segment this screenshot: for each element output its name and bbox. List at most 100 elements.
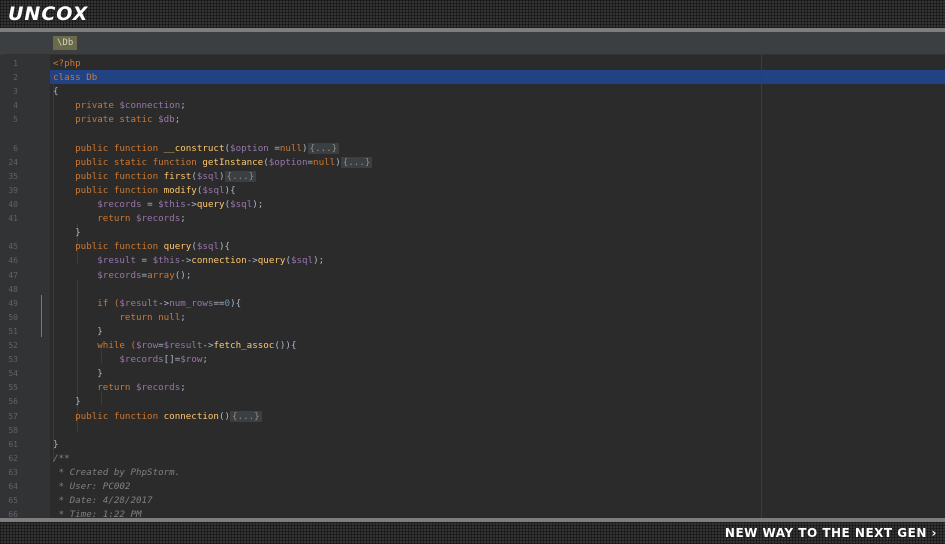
code-line[interactable]: return $records; [53, 212, 186, 226]
code-line[interactable]: } [53, 367, 103, 381]
line-number: 46 [8, 256, 18, 266]
code-token: null [313, 156, 336, 168]
code-token: ; [180, 382, 186, 394]
code-token: $sql [196, 170, 219, 182]
code-line[interactable]: $result = $this->connection->query($sql)… [53, 254, 324, 268]
code-line[interactable]: } [53, 325, 103, 339]
code-token: {...} [340, 156, 373, 168]
code-token: * Time: 1:22 PM [53, 509, 142, 518]
code-line[interactable]: public static function getInstance($opti… [53, 156, 373, 170]
code-token: == [213, 297, 225, 309]
code-line[interactable]: * User: PC002 [53, 480, 131, 494]
code-token: $sql [230, 199, 253, 210]
code-token: ) [219, 170, 225, 182]
code-token: $sql [290, 255, 314, 267]
line-number: 55 [8, 383, 18, 393]
code-token: fetch_assoc [213, 340, 275, 351]
header-bar: UNCOX [0, 0, 945, 28]
code-token: ){ [219, 241, 231, 253]
code-line[interactable]: } [53, 438, 59, 452]
line-number: 48 [8, 284, 18, 294]
line-number: 57 [8, 411, 18, 421]
code-line[interactable]: <?php [53, 57, 81, 71]
code-token: ; [180, 213, 186, 225]
code-line[interactable]: * Date: 4/28/2017 [53, 494, 153, 508]
code-line[interactable]: { [53, 85, 59, 99]
code-token: $records [119, 354, 164, 366]
code-line[interactable]: $records = $this->query($sql); [53, 198, 263, 212]
vcs-change-marker [41, 295, 42, 337]
line-number: 54 [8, 369, 18, 379]
code-token: * User: PC002 [53, 481, 131, 492]
code-token: {...} [224, 170, 257, 182]
code-token: null [279, 142, 302, 154]
line-number: 58 [8, 425, 18, 435]
code-token: modify [163, 184, 197, 196]
code-token: $row [180, 354, 203, 366]
code-line[interactable]: if ($result->num_rows==0){ [53, 297, 241, 311]
code-editor[interactable]: \Db 1 2 3 4 5 6 24 35 39 40 41 45 46 47 48 49 50 51 52 53 54… [0, 32, 945, 518]
code-line[interactable]: class Db [53, 71, 97, 85]
code-token: public function [53, 170, 164, 182]
code-token: ) [302, 142, 308, 154]
code-line[interactable]: * Time: 1:22 PM [53, 508, 142, 518]
code-token: __construct [163, 142, 225, 154]
code-line[interactable]: public function query($sql){ [53, 240, 230, 254]
code-line[interactable]: } [53, 395, 81, 409]
line-number: 64 [8, 482, 18, 491]
code-line[interactable]: public function first($sql) {...} [53, 170, 257, 184]
code-token: = [136, 255, 153, 267]
code-line[interactable]: } [53, 226, 81, 240]
line-number: 45 [8, 242, 18, 252]
tagline-link[interactable]: NEW WAY TO THE NEXT GEN › [725, 525, 937, 541]
code-token: /** [53, 452, 70, 464]
code-line[interactable]: return $records; [53, 381, 186, 395]
code-token: class Db [53, 72, 98, 84]
code-token: $records [97, 269, 142, 281]
code-token: * Created by PhpStorm. [53, 466, 181, 478]
code-line[interactable]: while ($row=$result->fetch_assoc()){ [53, 339, 296, 353]
code-token: connection [191, 255, 247, 267]
code-token: -> [180, 255, 192, 267]
code-token: ; [174, 114, 181, 126]
code-token: $db [158, 114, 175, 126]
right-margin-guide [761, 55, 762, 518]
code-token: } [53, 325, 103, 337]
code-line[interactable]: private static $db; [53, 113, 180, 127]
code-token: $records [135, 213, 181, 225]
code-token: $result [163, 340, 203, 351]
line-number: 6 [13, 143, 18, 153]
uncox-logo: UNCOX [8, 3, 89, 25]
code-token: array [147, 269, 175, 281]
footer-bar: NEW WAY TO THE NEXT GEN › [0, 522, 945, 544]
line-number: 56 [8, 397, 18, 407]
code-token: ; [180, 100, 186, 112]
code-token: public function [53, 142, 164, 154]
code-token: connection [163, 410, 219, 422]
code-token: $sql [202, 184, 225, 196]
code-line[interactable]: private $connection; [53, 99, 186, 113]
code-token: public function [53, 410, 164, 422]
line-number: 5 [13, 115, 18, 125]
code-line[interactable]: /** [53, 452, 70, 466]
code-line[interactable]: public function __construct($option =nul… [53, 142, 340, 156]
code-token: ) [335, 156, 341, 168]
code-token: return [53, 311, 159, 323]
code-line[interactable]: * Created by PhpStorm. [53, 466, 181, 480]
code-token: ; [202, 354, 208, 366]
breadcrumb-class-db[interactable]: \Db [53, 36, 78, 50]
code-line[interactable]: $records=array(); [53, 269, 191, 283]
code-token: private static [53, 114, 159, 126]
code-line[interactable]: public function modify($sql){ [53, 184, 235, 198]
code-token: <?php [53, 58, 81, 69]
code-line[interactable]: return null; [53, 311, 185, 325]
code-line[interactable]: $records[]=$row; [53, 353, 208, 367]
code-token: return [53, 213, 136, 225]
code-token: $result [119, 297, 159, 309]
code-line[interactable]: public function connection() {...} [53, 410, 262, 424]
code-token: } [53, 438, 59, 450]
line-number: 51 [8, 326, 18, 336]
